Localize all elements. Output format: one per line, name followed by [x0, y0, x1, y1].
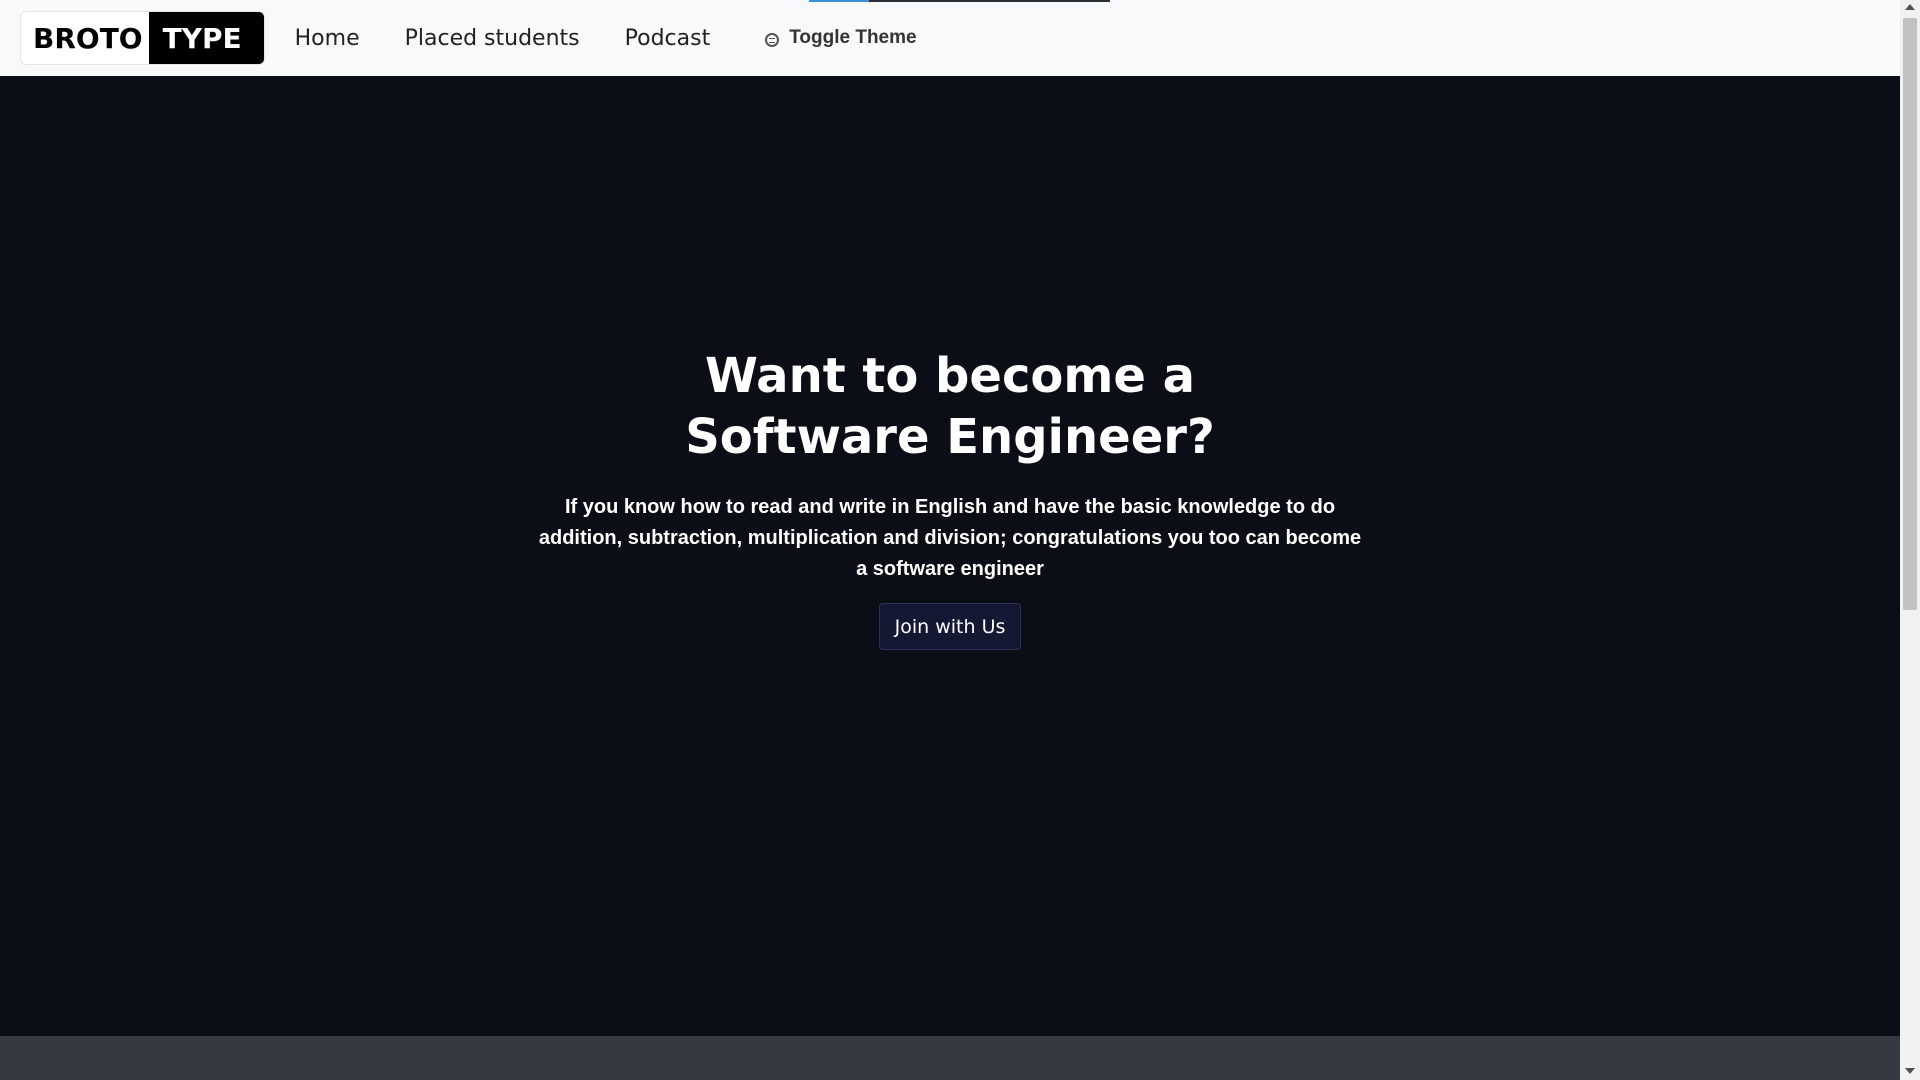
- scroll-up-arrow-icon[interactable]: [1905, 4, 1915, 10]
- hero-title-line2: Software Engineer?: [685, 409, 1215, 465]
- nav-home-link[interactable]: Home: [295, 26, 360, 51]
- footer-strip: [0, 1036, 1900, 1080]
- scroll-down-arrow-icon[interactable]: [1905, 1068, 1915, 1074]
- vertical-scrollbar[interactable]: [1900, 0, 1920, 1080]
- scrollbar-thumb[interactable]: [1903, 18, 1917, 610]
- toggle-theme-label: Toggle Theme: [789, 27, 917, 48]
- hero-title-line1: Want to become a: [704, 348, 1196, 404]
- brand-logo-part2: TYPE: [148, 12, 264, 64]
- join-with-us-button[interactable]: Join with Us: [878, 603, 1022, 650]
- hero-section: Want to become a Software Engineer? If y…: [0, 76, 1900, 1036]
- nav-podcast-link[interactable]: Podcast: [625, 26, 711, 51]
- theme-toggle-icon: [765, 33, 780, 47]
- page-load-progress-fill: [809, 0, 870, 2]
- brand-logo[interactable]: BROTO TYPE: [20, 11, 265, 65]
- brand-logo-part1: BROTO: [21, 12, 149, 64]
- toggle-theme-button[interactable]: Toggle Theme: [765, 27, 917, 49]
- nav-placed-students-link[interactable]: Placed students: [405, 26, 580, 51]
- navbar: BROTO TYPE Home Placed students Podcast …: [0, 0, 1900, 76]
- hero-title: Want to become a Software Engineer?: [670, 346, 1230, 468]
- page-load-progress: [809, 0, 1110, 2]
- hero-description: If you know how to read and write in Eng…: [538, 496, 1362, 580]
